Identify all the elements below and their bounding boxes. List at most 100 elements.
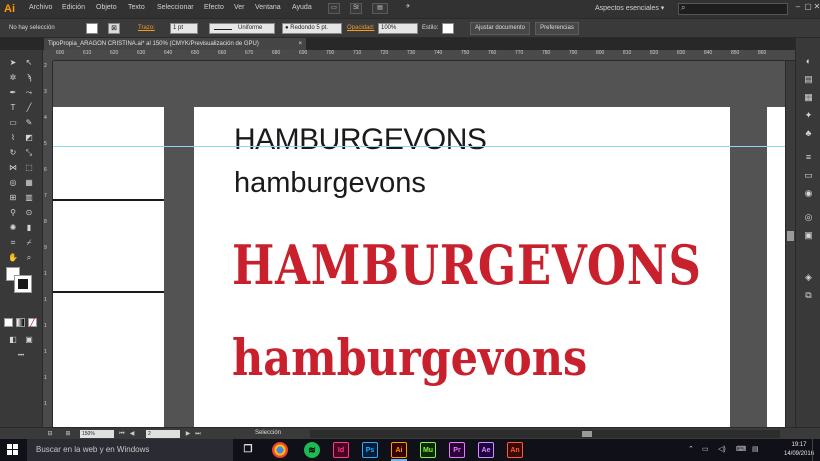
language-icon[interactable]: ▤ (752, 445, 759, 453)
close-icon[interactable]: ✕ (812, 2, 820, 14)
zoom-tool-icon[interactable]: ⌕ (23, 252, 35, 264)
help-search-input[interactable]: ⌕ (678, 3, 788, 15)
scale-tool-icon[interactable]: ⤡ (23, 147, 35, 159)
graphic-style-swatch[interactable] (442, 23, 454, 34)
document-tab[interactable]: TipoPropia_ARAGON CRISTINA.ai* al 150% (… (44, 38, 306, 50)
vertical-ruler[interactable]: 2 3 4 5 6 7 8 9 1 1 1 1 1 1 (43, 61, 53, 427)
stroke-panel-icon[interactable]: ≡ (802, 151, 815, 164)
network-icon[interactable]: ▭ (702, 445, 709, 453)
paintbrush-tool-icon[interactable]: ⌇ (7, 132, 19, 144)
perspective-grid-tool-icon[interactable]: ▦ (23, 177, 35, 189)
rectangle-tool-icon[interactable]: ▭ (7, 117, 19, 129)
pen-tool-icon[interactable]: ✒ (7, 87, 19, 99)
symbol-sprayer-tool-icon[interactable]: ✺ (7, 222, 19, 234)
keyboard-icon[interactable]: ⌨ (736, 445, 746, 453)
scrollbar-thumb[interactable] (582, 431, 592, 437)
artboard-previous[interactable] (53, 107, 164, 427)
transparency-panel-icon[interactable]: ◉ (802, 187, 815, 200)
ruler-origin[interactable] (43, 50, 53, 61)
indesign-app-icon[interactable]: Id (333, 442, 349, 458)
more-tools-icon[interactable]: ••• (15, 350, 27, 362)
brushes-panel-icon[interactable]: ✦ (802, 109, 815, 122)
artboard-next[interactable] (767, 107, 785, 427)
type-tool-icon[interactable]: T (7, 102, 19, 114)
stroke-profile-select[interactable]: Uniforme (209, 23, 275, 34)
vertical-scrollbar[interactable] (785, 61, 795, 427)
none-mode-icon[interactable]: ╱ (28, 318, 37, 327)
curvature-tool-icon[interactable]: ⤳ (23, 87, 35, 99)
gpu-performance-icon[interactable]: ✈ (402, 3, 414, 14)
gradient-panel-icon[interactable]: ▭ (802, 169, 815, 182)
stroke-swatch[interactable]: ⊠ (108, 23, 120, 34)
swatches-panel-icon[interactable]: ▦ (802, 91, 815, 104)
current-tool-status[interactable]: Selección (255, 430, 281, 436)
canvas[interactable]: HAMBURGEVONS hamburgevons HAMBURGEVONS h… (53, 61, 785, 427)
document-setup-button[interactable]: Ajustar documento (470, 22, 530, 35)
stock-button[interactable]: St (350, 3, 362, 14)
arrange-documents-icon[interactable]: ▤ (372, 3, 388, 14)
slice-tool-icon[interactable]: ⌿ (23, 237, 35, 249)
menu-objeto[interactable]: Objeto (96, 4, 117, 11)
zoom-in-icon[interactable]: ⊞ (64, 430, 72, 438)
task-view-icon[interactable]: ❐ (240, 442, 256, 458)
scrollbar-thumb[interactable] (787, 231, 794, 241)
gradient-tool-icon[interactable]: ▥ (23, 192, 35, 204)
black-rule[interactable] (53, 291, 164, 293)
opacity-field[interactable]: 100% (378, 23, 418, 34)
muse-app-icon[interactable]: Mu (420, 442, 436, 458)
menu-edicion[interactable]: Edición (62, 4, 85, 11)
brush-select[interactable]: ● Redondo 5 pt. (282, 23, 342, 34)
preferences-button[interactable]: Preferencias (535, 22, 579, 35)
horizontal-guide[interactable] (53, 146, 785, 147)
opacity-label[interactable]: Opacidad: (347, 25, 374, 31)
artboard-number-field[interactable]: 2 (146, 430, 180, 438)
free-transform-tool-icon[interactable]: ⬚ (23, 162, 35, 174)
pencil-tool-icon[interactable]: ✎ (23, 117, 35, 129)
last-artboard-icon[interactable]: ⏭ (194, 430, 202, 438)
gradient-mode-icon[interactable] (16, 318, 25, 327)
premiere-app-icon[interactable]: Pr (449, 442, 465, 458)
line-tool-icon[interactable]: ╱ (23, 102, 35, 114)
menu-texto[interactable]: Texto (128, 4, 145, 11)
blend-tool-icon[interactable]: ⊙ (23, 207, 35, 219)
bridge-button[interactable]: ▭ (328, 3, 340, 14)
stroke-label[interactable]: Trazo: (138, 25, 155, 31)
photoshop-app-icon[interactable]: Ps (362, 442, 378, 458)
artboards-panel-icon[interactable]: ⧉ (802, 289, 815, 302)
workspace-switcher[interactable]: Aspectos esenciales ▾ (595, 4, 664, 12)
close-tab-icon[interactable]: × (298, 38, 302, 50)
menu-ayuda[interactable]: Ayuda (292, 4, 312, 11)
lasso-tool-icon[interactable]: ϡ (23, 72, 35, 84)
zoom-out-icon[interactable]: ⊟ (46, 430, 54, 438)
layers-panel-icon[interactable]: ◈ (802, 271, 815, 284)
eyedropper-tool-icon[interactable]: ⚲ (7, 207, 19, 219)
menu-efecto[interactable]: Efecto (204, 4, 224, 11)
screen-mode-icon[interactable]: ▣ (23, 334, 35, 346)
shape-builder-tool-icon[interactable]: ◎ (7, 177, 19, 189)
volume-icon[interactable]: ◁) (718, 445, 726, 453)
selection-tool-icon[interactable]: ➤ (7, 57, 19, 69)
next-artboard-icon[interactable]: ▶ (184, 430, 192, 438)
animate-app-icon[interactable]: An (507, 442, 523, 458)
taskbar-search-box[interactable]: Buscar en la web y en Windows (27, 439, 233, 461)
graphic-styles-icon[interactable]: ▣ (802, 229, 815, 242)
menu-ver[interactable]: Ver (234, 4, 245, 11)
direct-selection-tool-icon[interactable]: ↖ (23, 57, 35, 69)
appearance-panel-icon[interactable]: ◎ (802, 211, 815, 224)
menu-archivo[interactable]: Archivo (29, 4, 52, 11)
mesh-tool-icon[interactable]: ⊞ (7, 192, 19, 204)
horizontal-ruler[interactable]: 600 610 620 630 640 650 660 670 680 690 … (53, 50, 795, 61)
sample-text-lowercase[interactable]: hamburgevons (234, 167, 426, 200)
rotate-tool-icon[interactable]: ↻ (7, 147, 19, 159)
after-effects-app-icon[interactable]: Ae (478, 442, 494, 458)
illustrator-app-icon[interactable]: Ai (391, 442, 407, 458)
stroke-color-swatch[interactable] (14, 275, 32, 293)
column-graph-tool-icon[interactable]: ▮ (23, 222, 35, 234)
width-tool-icon[interactable]: ⋈ (7, 162, 19, 174)
sample-text-uppercase[interactable]: HAMBURGEVONS (234, 123, 487, 157)
custom-type-uppercase[interactable]: HAMBURGEVONS (232, 233, 702, 297)
custom-type-lowercase[interactable]: hamburgevons (232, 328, 587, 387)
zoom-level-field[interactable]: 150% (80, 430, 114, 438)
minimize-icon[interactable]: – (793, 2, 803, 14)
menu-seleccionar[interactable]: Seleccionar (157, 4, 194, 11)
